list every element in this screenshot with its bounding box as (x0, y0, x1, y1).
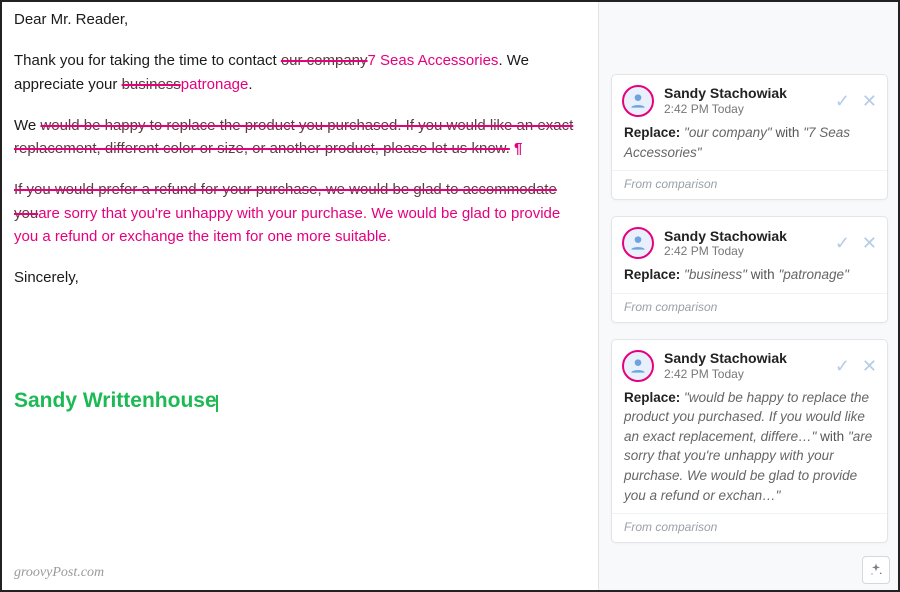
p3-insertion: are sorry that you're unhappy with your … (14, 205, 560, 245)
watermark: groovyPost.com (14, 562, 104, 584)
accept-button[interactable] (835, 357, 850, 375)
comment-time: 2:42 PM Today (664, 367, 831, 381)
paragraph-1: Thank you for taking the time to contact… (14, 49, 578, 96)
with-label: with (820, 429, 844, 444)
replace-old: "business" (684, 267, 747, 282)
comment-card[interactable]: Sandy Stachowiak 2:42 PM Today Replace: … (611, 339, 888, 543)
comment-body: Replace: "would be happy to replace the … (612, 388, 887, 513)
comment-card[interactable]: Sandy Stachowiak 2:42 PM Today Replace: … (611, 216, 888, 323)
with-label: with (775, 125, 799, 140)
closing-line: Sincerely, (14, 266, 578, 289)
comment-author-block: Sandy Stachowiak 2:42 PM Today (664, 85, 831, 116)
pilcrow-icon: ¶ (510, 140, 523, 157)
reject-button[interactable] (862, 92, 877, 110)
comments-sidebar: Sandy Stachowiak 2:42 PM Today Replace: … (598, 2, 898, 590)
signature: Sandy Writtenhouse (14, 385, 217, 418)
p1-deletion-1: our company (281, 52, 368, 69)
explore-button[interactable] (862, 556, 890, 584)
p1-insertion-1: 7 Seas Accessories (368, 52, 499, 69)
person-icon (628, 233, 648, 253)
text-cursor (216, 395, 218, 412)
comment-footer: From comparison (612, 170, 887, 199)
person-icon (628, 91, 648, 111)
comment-actions (835, 357, 877, 375)
greeting-line: Dear Mr. Reader, (14, 8, 578, 31)
accept-button[interactable] (835, 92, 850, 110)
comment-time: 2:42 PM Today (664, 244, 831, 258)
comment-author: Sandy Stachowiak (664, 350, 831, 367)
replace-new: "patronage" (778, 267, 848, 282)
reject-button[interactable] (862, 234, 877, 252)
p1-deletion-2: business (122, 76, 181, 93)
comment-header: Sandy Stachowiak 2:42 PM Today (612, 75, 887, 123)
person-icon (628, 356, 648, 376)
replace-label: Replace: (624, 267, 680, 282)
replace-label: Replace: (624, 390, 680, 405)
comment-author-block: Sandy Stachowiak 2:42 PM Today (664, 228, 831, 259)
p2-text-pre: We (14, 117, 40, 134)
p3-text-post: . (387, 228, 391, 245)
paragraph-2: We would be happy to replace the product… (14, 114, 578, 161)
comment-footer: From comparison (612, 293, 887, 322)
sparkle-icon (868, 562, 884, 578)
app-frame: Dear Mr. Reader, Thank you for taking th… (0, 0, 900, 592)
with-label: with (751, 267, 775, 282)
comment-author: Sandy Stachowiak (664, 85, 831, 102)
comment-author: Sandy Stachowiak (664, 228, 831, 245)
comment-actions (835, 234, 877, 252)
reject-button[interactable] (862, 357, 877, 375)
replace-old: "our company" (684, 125, 772, 140)
comment-footer: From comparison (612, 513, 887, 542)
p1-insertion-2: patronage (181, 76, 249, 93)
paragraph-3: If you would prefer a refund for your pu… (14, 178, 578, 248)
comment-card[interactable]: Sandy Stachowiak 2:42 PM Today Replace: … (611, 74, 888, 200)
document-pane[interactable]: Dear Mr. Reader, Thank you for taking th… (2, 2, 598, 590)
comment-body: Replace: "business" with "patronage" (612, 265, 887, 293)
p1-text-pre: Thank you for taking the time to contact (14, 52, 281, 69)
comment-actions (835, 92, 877, 110)
comment-header: Sandy Stachowiak 2:42 PM Today (612, 217, 887, 265)
replace-label: Replace: (624, 125, 680, 140)
comment-body: Replace: "our company" with "7 Seas Acce… (612, 123, 887, 170)
p2-deletion: would be happy to replace the product yo… (14, 117, 573, 157)
avatar (622, 227, 654, 259)
accept-button[interactable] (835, 234, 850, 252)
p1-text-post: . (248, 76, 252, 93)
comment-header: Sandy Stachowiak 2:42 PM Today (612, 340, 887, 388)
avatar (622, 85, 654, 117)
avatar (622, 350, 654, 382)
comment-time: 2:42 PM Today (664, 102, 831, 116)
comment-author-block: Sandy Stachowiak 2:42 PM Today (664, 350, 831, 381)
